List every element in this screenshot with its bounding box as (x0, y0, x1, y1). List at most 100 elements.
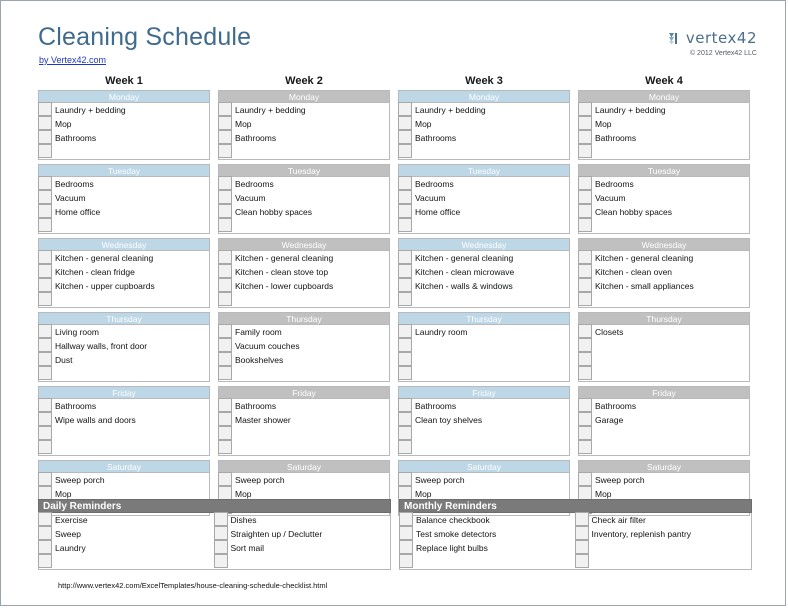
task-checkbox[interactable] (38, 264, 52, 278)
task-checkbox[interactable] (398, 130, 412, 144)
task-checkbox[interactable] (38, 102, 52, 116)
task-checkbox[interactable] (218, 398, 232, 412)
task-checkbox[interactable] (38, 540, 52, 554)
task-checkbox[interactable] (398, 426, 412, 440)
task-checkbox[interactable] (38, 176, 52, 190)
task-checkbox[interactable] (218, 130, 232, 144)
task-checkbox[interactable] (578, 264, 592, 278)
task-checkbox[interactable] (38, 324, 52, 338)
task-checkbox[interactable] (38, 338, 52, 352)
task-checkbox[interactable] (574, 554, 589, 568)
task-checkbox[interactable] (398, 472, 412, 486)
task-checkbox[interactable] (398, 144, 412, 158)
task-checkbox[interactable] (398, 366, 412, 380)
task-checkbox[interactable] (218, 338, 232, 352)
task-checkbox[interactable] (578, 352, 592, 366)
task-checkbox[interactable] (399, 540, 413, 554)
task-checkbox[interactable] (578, 292, 592, 306)
task-checkbox[interactable] (578, 204, 592, 218)
task-checkbox[interactable] (578, 116, 592, 130)
task-checkbox[interactable] (218, 144, 232, 158)
task-checkbox[interactable] (398, 116, 412, 130)
task-checkbox[interactable] (38, 412, 52, 426)
task-checkbox[interactable] (578, 412, 592, 426)
task-checkbox[interactable] (398, 412, 412, 426)
task-checkbox[interactable] (38, 472, 52, 486)
task-checkbox[interactable] (578, 190, 592, 204)
task-checkbox[interactable] (38, 278, 52, 292)
task-checkbox[interactable] (213, 526, 228, 540)
task-checkbox[interactable] (398, 278, 412, 292)
task-checkbox[interactable] (398, 204, 412, 218)
task-checkbox[interactable] (398, 292, 412, 306)
task-checkbox[interactable] (578, 486, 592, 500)
task-checkbox[interactable] (399, 512, 413, 526)
task-checkbox[interactable] (398, 102, 412, 116)
task-checkbox[interactable] (218, 176, 232, 190)
task-checkbox[interactable] (398, 440, 412, 454)
task-checkbox[interactable] (38, 526, 52, 540)
task-checkbox[interactable] (38, 144, 52, 158)
task-checkbox[interactable] (398, 352, 412, 366)
task-checkbox[interactable] (574, 512, 589, 526)
task-checkbox[interactable] (578, 324, 592, 338)
task-checkbox[interactable] (38, 512, 52, 526)
task-checkbox[interactable] (578, 250, 592, 264)
task-checkbox[interactable] (218, 324, 232, 338)
task-checkbox[interactable] (578, 102, 592, 116)
task-checkbox[interactable] (38, 486, 52, 500)
task-checkbox[interactable] (218, 412, 232, 426)
task-checkbox[interactable] (218, 218, 232, 232)
task-checkbox[interactable] (578, 398, 592, 412)
task-checkbox[interactable] (218, 352, 232, 366)
task-checkbox[interactable] (218, 102, 232, 116)
task-checkbox[interactable] (578, 440, 592, 454)
task-checkbox[interactable] (578, 472, 592, 486)
task-checkbox[interactable] (38, 440, 52, 454)
task-checkbox[interactable] (218, 472, 232, 486)
task-checkbox[interactable] (398, 486, 412, 500)
task-checkbox[interactable] (218, 366, 232, 380)
task-checkbox[interactable] (38, 398, 52, 412)
task-checkbox[interactable] (218, 292, 232, 306)
task-checkbox[interactable] (574, 540, 589, 554)
task-checkbox[interactable] (213, 554, 228, 568)
task-checkbox[interactable] (398, 338, 412, 352)
task-checkbox[interactable] (578, 278, 592, 292)
task-checkbox[interactable] (38, 218, 52, 232)
task-checkbox[interactable] (399, 554, 413, 568)
task-checkbox[interactable] (398, 190, 412, 204)
task-checkbox[interactable] (578, 218, 592, 232)
task-checkbox[interactable] (398, 250, 412, 264)
task-checkbox[interactable] (578, 130, 592, 144)
task-checkbox[interactable] (218, 278, 232, 292)
task-checkbox[interactable] (398, 218, 412, 232)
task-checkbox[interactable] (398, 264, 412, 278)
task-checkbox[interactable] (218, 486, 232, 500)
task-checkbox[interactable] (218, 116, 232, 130)
task-checkbox[interactable] (38, 292, 52, 306)
task-checkbox[interactable] (38, 204, 52, 218)
task-checkbox[interactable] (38, 554, 52, 568)
task-checkbox[interactable] (399, 526, 413, 540)
task-checkbox[interactable] (398, 324, 412, 338)
task-checkbox[interactable] (218, 426, 232, 440)
task-checkbox[interactable] (38, 116, 52, 130)
task-checkbox[interactable] (578, 338, 592, 352)
task-checkbox[interactable] (38, 352, 52, 366)
task-checkbox[interactable] (218, 250, 232, 264)
task-checkbox[interactable] (578, 366, 592, 380)
task-checkbox[interactable] (574, 526, 589, 540)
task-checkbox[interactable] (38, 426, 52, 440)
task-checkbox[interactable] (38, 130, 52, 144)
task-checkbox[interactable] (38, 366, 52, 380)
task-checkbox[interactable] (218, 204, 232, 218)
vertex42-byline-link[interactable]: by Vertex42.com (39, 55, 106, 65)
task-checkbox[interactable] (398, 176, 412, 190)
task-checkbox[interactable] (578, 176, 592, 190)
task-checkbox[interactable] (213, 512, 228, 526)
task-checkbox[interactable] (218, 440, 232, 454)
task-checkbox[interactable] (38, 250, 52, 264)
task-checkbox[interactable] (578, 426, 592, 440)
task-checkbox[interactable] (398, 398, 412, 412)
